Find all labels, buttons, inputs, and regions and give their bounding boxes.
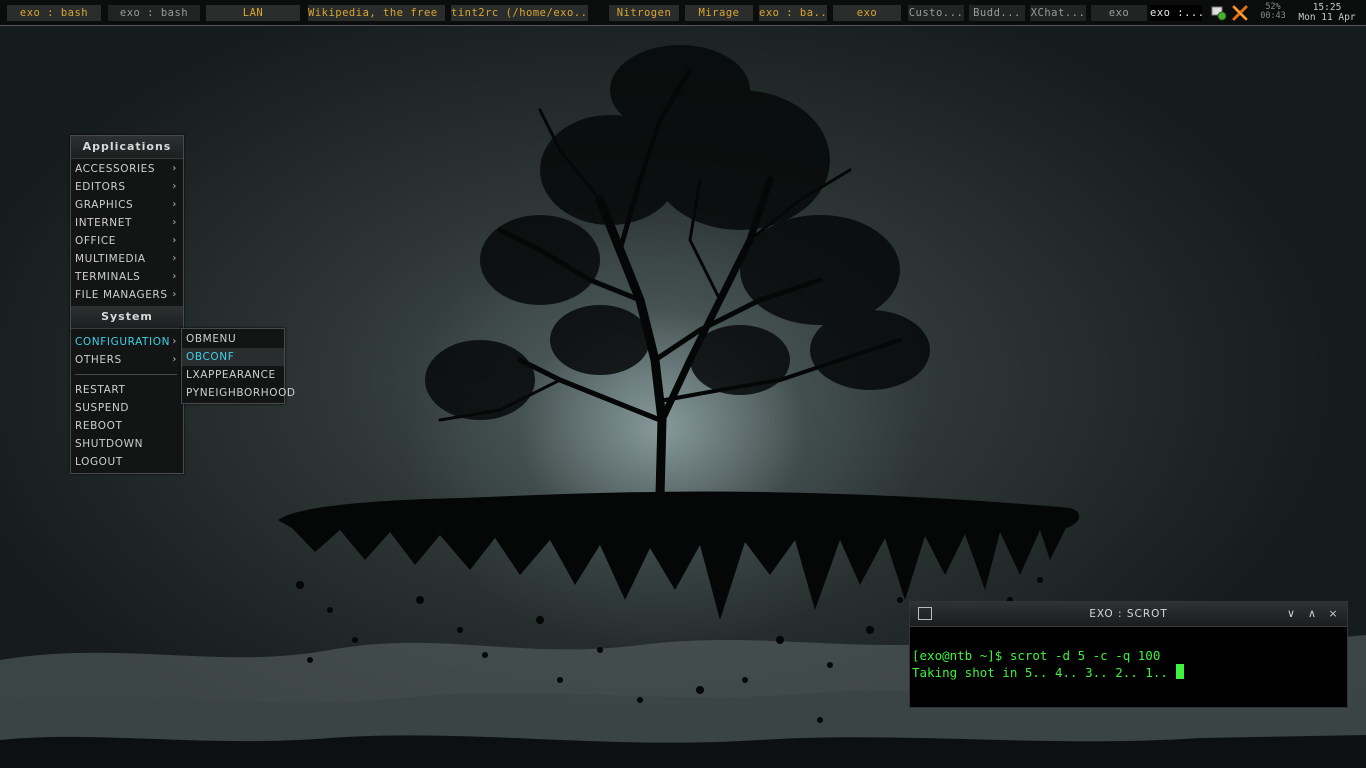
terminal-title: EXO : SCROT — [1089, 608, 1168, 620]
configuration-submenu: Obmenu Obconf LXAppearance PyNeighborhoo… — [181, 328, 295, 404]
terminal-line: [exo@ntb ~]$ scrot -d 5 -c -q 100 — [912, 648, 1161, 663]
task-button[interactable]: tint2rc (/home/exo... — [451, 5, 588, 21]
chevron-right-icon: › — [172, 253, 177, 264]
task-button[interactable]: exo : ba... — [759, 5, 827, 21]
menu-item-reboot[interactable]: Reboot — [71, 417, 183, 435]
menu-item-suspend[interactable]: Suspend — [71, 399, 183, 417]
submenu-item-pyneighborhood[interactable]: PyNeighborhood — [182, 384, 295, 402]
menu-item-label: Accessories — [75, 163, 156, 175]
menu-item-label: Terminals — [75, 271, 141, 283]
maximize-button[interactable]: ∧ — [1305, 602, 1319, 626]
menu-title-applications: Applications — [71, 136, 183, 159]
task-button[interactable]: exo : bash — [7, 5, 101, 21]
chevron-right-icon: › — [172, 235, 177, 246]
crossed-tools-icon[interactable] — [1232, 5, 1248, 21]
menu-item-label: Editors — [75, 181, 126, 193]
task-button[interactable]: XChat... — [1030, 5, 1086, 21]
menu-item-label: Others — [75, 354, 122, 366]
menu-item-graphics[interactable]: Graphics › — [71, 196, 183, 214]
task-button-active[interactable]: exo :... — [1150, 5, 1202, 21]
submenu-item-obmenu[interactable]: Obmenu — [182, 330, 284, 348]
task-button[interactable]: Budd... — [969, 5, 1025, 21]
menu-item-editors[interactable]: Editors › — [71, 178, 183, 196]
chevron-right-icon: › — [172, 336, 177, 347]
clock-date: Mon 11 Apr — [1298, 12, 1356, 23]
submenu-item-obconf[interactable]: Obconf — [182, 348, 284, 366]
task-button[interactable]: LAN — [206, 5, 300, 21]
submenu-item-lxappearance[interactable]: LXAppearance — [182, 366, 284, 384]
menu-item-label: Configuration — [75, 336, 171, 348]
root-menu: Applications Accessories › Editors › Graph… — [70, 135, 184, 474]
battery-indicator[interactable]: 52% 00:43 — [1256, 3, 1290, 21]
menu-item-label: Office — [75, 235, 117, 247]
shade-button[interactable]: ∨ — [1284, 602, 1298, 626]
close-button[interactable]: × — [1326, 602, 1340, 626]
menu-item-internet[interactable]: Internet › — [71, 214, 183, 232]
clock[interactable]: 15:25 Mon 11 Apr — [1294, 3, 1360, 23]
menu-item-office[interactable]: Office › — [71, 232, 183, 250]
task-button[interactable]: Nitrogen — [609, 5, 679, 21]
menu-title-system: System — [71, 306, 183, 329]
menu-item-label: File Managers — [75, 289, 168, 301]
menu-item-others[interactable]: Others › — [71, 351, 183, 369]
menu-item-restart[interactable]: Restart — [71, 381, 183, 399]
task-button[interactable]: exo — [1091, 5, 1147, 21]
task-button[interactable]: exo — [833, 5, 901, 21]
terminal-window[interactable]: EXO : SCROT ∨ ∧ × [exo@ntb ~]$ scrot -d … — [909, 601, 1348, 708]
chevron-right-icon: › — [172, 289, 177, 300]
menu-item-label: Internet — [75, 217, 132, 229]
text-cursor — [1176, 664, 1185, 679]
menu-separator — [75, 374, 177, 375]
menu-item-multimedia[interactable]: Multimedia › — [71, 250, 183, 268]
tree-canopy — [425, 45, 930, 420]
menu-item-terminals[interactable]: Terminals › — [71, 268, 183, 286]
chevron-right-icon: › — [172, 217, 177, 228]
network-status-icon[interactable] — [1211, 5, 1227, 21]
task-button[interactable]: Wikipedia, the free ... — [308, 5, 445, 21]
terminal-titlebar[interactable]: EXO : SCROT ∨ ∧ × — [910, 602, 1347, 627]
menu-item-label: Multimedia — [75, 253, 146, 265]
chevron-right-icon: › — [172, 181, 177, 192]
menu-item-file-managers[interactable]: File Managers › — [71, 286, 183, 304]
terminal-line-text: Taking shot in 5.. 4.. 3.. 2.. 1.. — [912, 665, 1176, 680]
chevron-right-icon: › — [172, 354, 177, 365]
menu-item-shutdown[interactable]: Shutdown — [71, 435, 183, 453]
chevron-right-icon: › — [172, 271, 177, 282]
terminal-line-prompt: Taking shot in 5.. 4.. 3.. 2.. 1.. — [912, 664, 1345, 681]
terminal-output[interactable]: [exo@ntb ~]$ scrot -d 5 -c -q 100 Taking … — [910, 627, 1347, 715]
chevron-right-icon: › — [172, 163, 177, 174]
menu-item-logout[interactable]: Logout — [71, 453, 183, 471]
task-button[interactable]: Custo... — [908, 5, 964, 21]
menu-item-accessories[interactable]: Accessories › — [71, 160, 183, 178]
battery-time: 00:43 — [1260, 11, 1286, 21]
menu-item-label: Graphics — [75, 199, 134, 211]
chevron-right-icon: › — [172, 199, 177, 210]
taskbar: exo : bash exo : bash LAN Wikipedia, the… — [0, 0, 1366, 26]
task-button[interactable]: exo : bash — [108, 5, 200, 21]
task-button[interactable]: Mirage — [685, 5, 753, 21]
menu-item-configuration[interactable]: Configuration › — [71, 333, 183, 351]
